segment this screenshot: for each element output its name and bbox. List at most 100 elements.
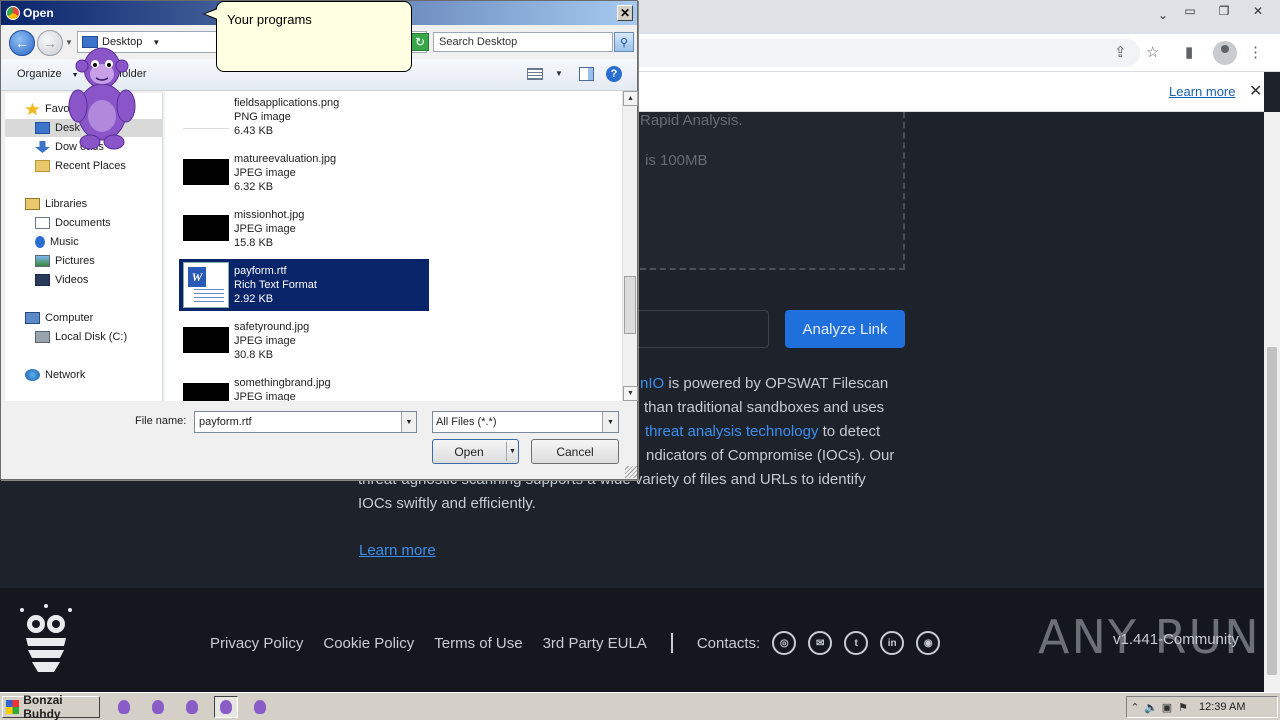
side-panel-icon[interactable]: ▮ [1185,43,1193,61]
terms-of-use-link[interactable]: Terms of Use [434,635,522,652]
dialog-close-button[interactable]: ✕ [617,5,633,21]
volume-icon[interactable]: 🔈 [1143,701,1159,714]
nav-local-disk[interactable]: Local Disk (C:) [5,328,162,346]
file-type-dropdown-icon[interactable]: ▼ [602,412,618,432]
profile-avatar-icon[interactable] [1213,41,1237,65]
help-icon[interactable]: ? [606,66,622,82]
nav-videos[interactable]: Videos [5,271,162,289]
menu-kebab-icon[interactable]: ⋮ [1248,43,1263,61]
open-split-dropdown-icon[interactable]: ▼ [506,442,518,461]
file-name-dropdown-icon[interactable]: ▼ [401,412,416,432]
word-document-icon [183,262,229,308]
footer-divider [670,633,673,653]
view-dropdown-icon[interactable]: ▼ [555,69,563,78]
twitter-icon[interactable]: t [844,631,869,655]
file-list-scrollbar-thumb[interactable] [624,276,636,334]
scroll-up-icon[interactable]: ▲ [623,91,638,106]
bonzi-speech-balloon: Your programs [203,1,412,72]
nav-label: Pictures [55,255,95,267]
upload-dropzone[interactable] [630,112,905,270]
learn-more-link[interactable]: Learn more [359,542,436,559]
linkedin-icon[interactable]: in [880,631,905,655]
bonzi-taskbar-icon[interactable] [112,696,136,718]
flag-icon[interactable]: ⚑ [1175,701,1191,714]
cookie-close-icon[interactable]: ✕ [1249,81,1262,101]
search-input[interactable]: Search Desktop [433,32,613,52]
restore-icon[interactable]: ❐ [1212,2,1236,20]
open-button-label[interactable]: Open [433,440,505,463]
change-view-icon[interactable] [527,68,543,80]
website-globe-icon[interactable]: ◎ [772,631,797,655]
download-icon [35,141,50,153]
dropzone-size-limit: is 100MB [645,152,708,169]
close-window-icon[interactable]: ✕ [1246,2,1270,20]
open-button[interactable]: Open ▼ [432,439,519,464]
file-type: JPEG image [234,391,296,401]
tab-search-chevron-icon[interactable]: ⌄ [1158,8,1168,22]
bookmark-star-icon[interactable]: ☆ [1146,43,1159,61]
nav-label: Music [50,236,79,248]
nav-music[interactable]: Music [5,233,162,251]
file-name: fieldsapplications.png [234,97,340,109]
pictures-icon [35,255,50,267]
nav-libraries[interactable]: Libraries [5,195,162,213]
minimize-icon[interactable]: ▭ [1178,2,1202,20]
back-arrow-icon[interactable]: ← [9,30,35,56]
bonzi-taskbar-icon[interactable] [248,696,272,718]
network-icon[interactable]: ▣ [1159,701,1175,714]
nav-label: Libraries [45,198,88,210]
clock[interactable]: 12:39 AM [1199,701,1245,713]
file-list-scrollbar[interactable]: ▲ ▼ [622,91,638,401]
preview-pane-icon[interactable] [579,67,594,81]
bonzi-taskbar-icon[interactable] [146,696,170,718]
site-footer: Privacy Policy Cookie Policy Terms of Us… [0,588,1264,692]
nav-recent-places[interactable]: Recent Places [5,157,162,175]
start-button[interactable]: Bonzai Buhdy [2,693,100,720]
cookie-policy-link[interactable]: Cookie Policy [323,635,414,652]
file-type-select[interactable]: All Files (*.*) [432,411,619,433]
list-item[interactable]: missionhot.jpg JPEG image 15.8 KB [179,203,429,255]
version-label: v1.441-Community [1113,631,1239,648]
resize-grip-icon[interactable] [625,466,637,478]
github-icon[interactable]: ◉ [916,631,941,655]
search-icon[interactable]: ⚲ [614,32,634,52]
cookie-learn-more-link[interactable]: Learn more [1169,84,1235,99]
bonzi-speech-text: Your programs [227,12,312,27]
computer-icon [25,312,40,324]
cancel-button[interactable]: Cancel [531,439,619,464]
page-scrollbar[interactable] [1264,112,1280,692]
link-input[interactable] [630,310,769,348]
nav-computer[interactable]: Computer [5,309,162,327]
threat-analysis-link[interactable]: threat analysis technology [645,423,818,440]
nav-label: Network [45,369,86,381]
address-bar[interactable] [600,39,1140,67]
footer-links: Privacy Policy Cookie Policy Terms of Us… [210,631,941,655]
libraries-icon [25,198,40,210]
list-item[interactable]: safetyround.jpg JPEG image 30.8 KB [179,315,429,367]
list-item[interactable]: somethingbrand.jpg JPEG image [179,371,429,401]
refresh-icon[interactable]: ↻ [411,33,429,51]
bonzi-taskbar-icon[interactable] [180,696,204,718]
tray-expand-icon[interactable]: ⌃ [1127,701,1143,714]
list-item-selected[interactable]: payform.rtf Rich Text Format 2.92 KB [179,259,429,311]
list-item[interactable]: matureevaluation.jpg JPEG image 6.32 KB [179,147,429,199]
page-scrollbar-thumb[interactable] [1267,347,1277,675]
email-icon[interactable]: ✉ [808,631,833,655]
scroll-down-icon[interactable]: ▼ [623,386,638,401]
privacy-policy-link[interactable]: Privacy Policy [210,635,303,652]
chevron-down-icon[interactable]: ▼ [152,38,160,47]
bonzi-buddy-character-icon[interactable] [60,40,144,152]
nav-documents[interactable]: Documents [5,214,162,232]
file-name-input[interactable]: payform.rtf [194,411,417,433]
file-name: matureevaluation.jpg [234,153,337,165]
eula-link[interactable]: 3rd Party EULA [543,635,647,652]
analyze-link-button[interactable]: Analyze Link [785,310,905,348]
nav-pictures[interactable]: Pictures [5,252,162,270]
bonzi-taskbar-icon[interactable] [214,696,238,718]
nav-network[interactable]: Network [5,366,162,384]
file-list: fieldsapplications.png PNG image 6.43 KB… [165,91,623,401]
list-item[interactable]: fieldsapplications.png PNG image 6.43 KB [179,91,429,143]
share-icon[interactable]: ⇪ [1114,43,1127,61]
file-name: payform.rtf [234,265,287,277]
brand-link[interactable]: nIO [640,375,664,392]
